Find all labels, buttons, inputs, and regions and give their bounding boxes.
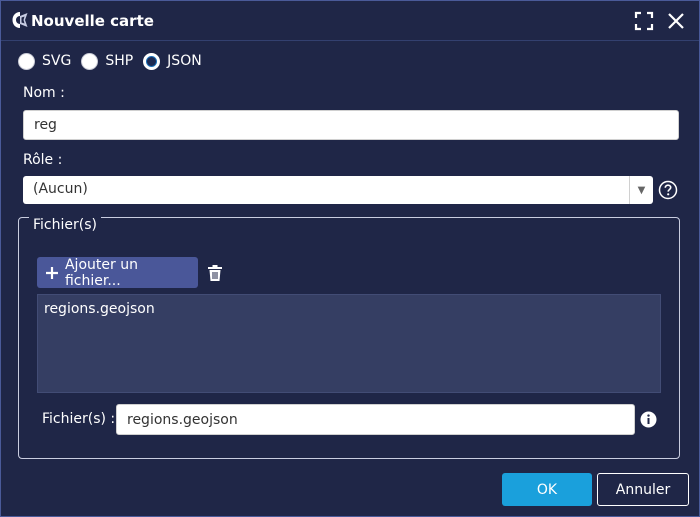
format-radio-group: SVG SHP JSON <box>18 51 212 71</box>
name-input[interactable] <box>23 110 679 140</box>
map-app-icon <box>12 12 28 28</box>
radio-svg-circle[interactable] <box>18 52 35 70</box>
radio-json[interactable]: JSON <box>143 52 202 70</box>
info-icon[interactable] <box>640 411 657 428</box>
title-bar: Nouvelle carte <box>1 1 699 41</box>
file-list-item[interactable]: regions.geojson <box>44 301 155 317</box>
help-icon[interactable] <box>658 180 678 200</box>
trash-icon[interactable] <box>207 264 223 282</box>
maximize-icon[interactable] <box>634 11 654 31</box>
radio-shp[interactable]: SHP <box>81 52 134 70</box>
role-select[interactable]: (Aucun) ▼ <box>23 176 653 204</box>
files-legend: Fichier(s) <box>29 217 101 233</box>
files-field-label: Fichier(s) : <box>42 411 116 427</box>
dialog-title: Nouvelle carte <box>31 12 154 30</box>
new-map-dialog: Nouvelle carte SVG SHP JSON Nom : Rôle :… <box>0 0 700 517</box>
cancel-button[interactable]: Annuler <box>597 473 689 506</box>
plus-icon <box>45 266 58 279</box>
radio-svg-label: SVG <box>42 53 72 69</box>
add-file-label: Ajouter un fichier... <box>64 256 138 289</box>
file-list[interactable]: regions.geojson <box>37 294 661 393</box>
radio-shp-label: SHP <box>105 53 134 69</box>
role-select-value: (Aucun) <box>33 181 88 197</box>
radio-json-circle[interactable] <box>143 52 161 70</box>
radio-shp-circle[interactable] <box>81 52 99 70</box>
role-label: Rôle : <box>23 152 63 168</box>
ok-button[interactable]: OK <box>502 473 592 506</box>
files-field-input[interactable] <box>116 404 635 435</box>
chevron-down-icon[interactable]: ▼ <box>629 176 653 204</box>
radio-json-label: JSON <box>167 53 202 69</box>
radio-svg[interactable]: SVG <box>18 52 72 70</box>
name-label: Nom : <box>23 85 65 101</box>
add-file-button[interactable]: Ajouter un fichier... <box>37 256 198 289</box>
close-icon[interactable] <box>666 11 686 31</box>
